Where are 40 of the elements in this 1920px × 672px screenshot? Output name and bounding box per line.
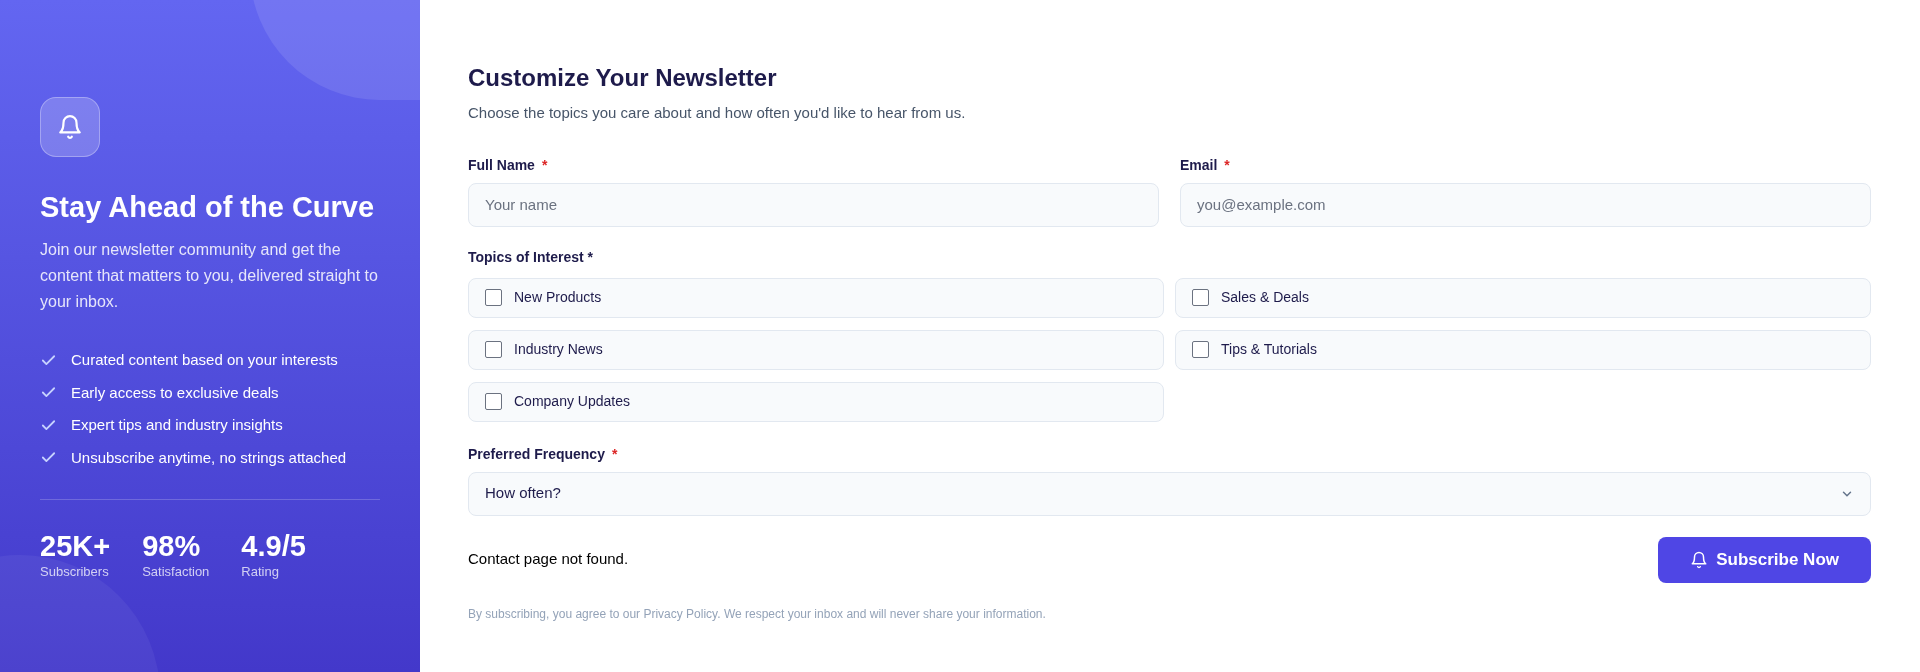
required-marker: * — [541, 155, 548, 175]
field-label: Full Name — [468, 155, 535, 175]
topic-option[interactable]: Industry News — [468, 329, 1164, 370]
stat-value: 98% — [142, 530, 202, 562]
select-value: How often? — [485, 483, 561, 504]
hero-title: Stay Ahead of the Curve — [40, 190, 376, 225]
input-field[interactable]: Your name — [468, 182, 1159, 227]
status-message: Contact page not found. — [468, 549, 629, 570]
feature-text: Expert tips and industry insights — [71, 415, 283, 435]
checkbox[interactable] — [1192, 341, 1209, 358]
form-subtitle: Choose the topics you care about and how often you'd like to hear from us. — [468, 103, 967, 123]
checkbox[interactable] — [485, 289, 502, 306]
frequency-select[interactable]: How often? — [468, 471, 1871, 516]
stat-label: Subscribers — [40, 563, 110, 581]
topics-label: Topics of Interest * — [468, 247, 594, 267]
stat-value: 4.9/5 — [241, 530, 306, 562]
checkbox[interactable] — [1192, 289, 1209, 306]
required-marker: * — [611, 444, 618, 464]
subscribe-button[interactable]: Subscribe Now — [1658, 536, 1871, 583]
stat-label: Rating — [241, 563, 280, 581]
bell-icon — [40, 97, 100, 157]
topic-option[interactable]: Company Updates — [468, 381, 1164, 422]
checkbox[interactable] — [485, 341, 502, 358]
topic-option[interactable]: Tips & Tutorials — [1175, 329, 1871, 370]
bell-icon — [1690, 550, 1709, 569]
field-label: Email — [1180, 155, 1218, 175]
form-title: Customize Your Newsletter — [468, 63, 778, 93]
input-field[interactable]: you@example.com — [1180, 182, 1871, 227]
feature-text: Unsubscribe anytime, no strings attached — [71, 447, 347, 468]
hero-description: Join our newsletter community and get the content that matters to you, delivered straight to your inbox. — [40, 240, 379, 312]
required-marker: * — [1224, 155, 1230, 175]
checkbox[interactable] — [485, 393, 502, 410]
topic-option[interactable]: Sales & Deals — [1175, 277, 1871, 318]
field-label: Preferred Frequency — [468, 444, 605, 464]
topic-option[interactable]: New Products — [468, 277, 1164, 318]
stat-label: Satisfaction — [142, 563, 210, 581]
stat-value: 25K+ — [40, 530, 111, 562]
feature-text: Early access to exclusive deals — [71, 382, 279, 403]
privacy-note: By subscribing, you agree to our Privacy Policy. We respect your inbox and will never share your information. — [468, 605, 1047, 623]
feature-text: Curated content based on your interests — [71, 350, 338, 370]
